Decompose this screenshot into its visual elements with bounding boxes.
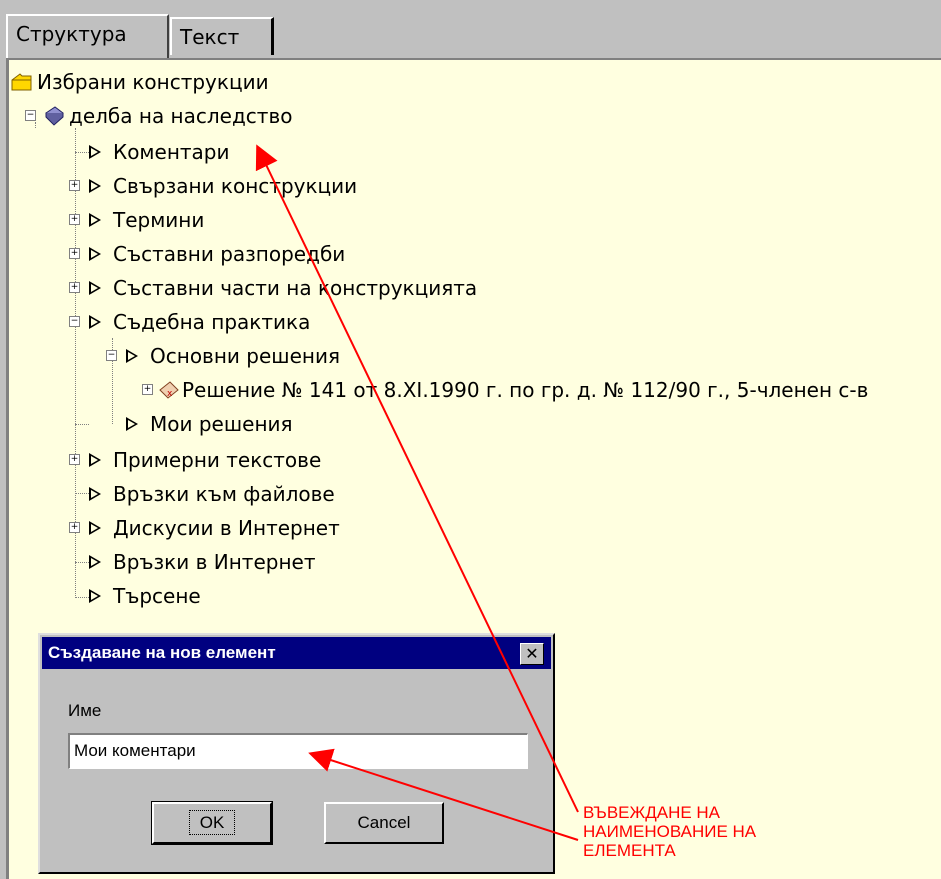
name-label: Име (68, 701, 102, 720)
triangle-icon (126, 349, 138, 363)
tree-line (75, 493, 89, 494)
tree-item-label: Основни решения (150, 344, 340, 368)
tree-item-label: Мои решения (150, 412, 293, 436)
tree-item-label: Дискусии в Интернет (113, 516, 340, 540)
svg-text:x: x (167, 389, 173, 399)
annotation-line: ВЪВЕЖДАНЕ НА (583, 803, 721, 822)
expand-icon[interactable]: + (69, 282, 80, 293)
tab-text[interactable]: Текст (170, 17, 274, 55)
expand-icon[interactable]: + (69, 454, 80, 465)
tree-item-label: Съдебна практика (113, 310, 311, 334)
tree-line (75, 152, 89, 153)
tree-item-label: Съставни разпоредби (113, 242, 346, 266)
document-icon: x (159, 381, 179, 399)
tree-line (35, 122, 36, 128)
expand-icon[interactable]: + (69, 214, 80, 225)
tab-structure[interactable]: Структура (6, 14, 169, 58)
annotation-line: ЕЛЕМЕНТА (583, 841, 676, 860)
triangle-icon (89, 453, 101, 467)
triangle-icon (89, 487, 101, 501)
expand-icon[interactable]: + (69, 522, 80, 533)
expand-icon[interactable]: + (69, 248, 80, 259)
book-icon (45, 106, 64, 126)
tree-item-label: Съставни части на конструкцията (113, 276, 478, 300)
tree-item-label: Връзки към файлове (113, 482, 335, 506)
tree-line (75, 597, 89, 598)
tree-item-label: Свързани конструкции (113, 174, 358, 198)
tree-line (75, 562, 89, 563)
triangle-icon (89, 555, 101, 569)
tree-item-label: Връзки в Интернет (113, 550, 316, 574)
triangle-icon (89, 315, 101, 329)
triangle-icon (89, 145, 101, 159)
tree-item-label: Коментари (113, 140, 230, 164)
collapse-icon[interactable]: − (25, 110, 36, 121)
close-button[interactable]: ✕ (520, 643, 544, 665)
tree-item-label: Търсене (113, 584, 201, 608)
dialog-titlebar[interactable]: Създаване на нов елемент ✕ (42, 637, 551, 669)
tree-root-label: Избрани конструкции (37, 70, 269, 94)
tab-strip: Структура Текст (0, 0, 941, 58)
triangle-icon (89, 247, 101, 261)
annotation-line: НАИМЕНОВАНИЕ НА (583, 822, 757, 841)
triangle-icon (89, 521, 101, 535)
triangle-icon (89, 179, 101, 193)
expand-icon[interactable]: + (142, 384, 153, 395)
cancel-button[interactable]: Cancel (324, 802, 444, 844)
annotation-text: ВЪВЕЖДАНЕ НА НАИМЕНОВАНИЕ НА ЕЛЕМЕНТА (583, 803, 883, 860)
ok-button-label: OK (188, 810, 236, 835)
new-element-dialog: Създаване на нов елемент ✕ Име Мои комен… (38, 633, 555, 874)
triangle-icon (126, 417, 138, 431)
tree-item-label: Примерни текстове (113, 448, 322, 472)
ok-button[interactable]: OK (151, 801, 273, 845)
tree-line (75, 424, 89, 425)
folder-icon (11, 73, 32, 91)
expand-icon[interactable]: + (69, 180, 80, 191)
triangle-icon (89, 281, 101, 295)
collapse-icon[interactable]: − (69, 316, 80, 327)
collapse-icon[interactable]: − (106, 350, 117, 361)
triangle-icon (89, 589, 101, 603)
tree-item-label: Термини (113, 208, 205, 232)
name-input[interactable]: Мои коментари (68, 733, 528, 769)
triangle-icon (89, 213, 101, 227)
dialog-title: Създаване на нов елемент (48, 643, 276, 662)
tree-item-label: делба на наследство (69, 104, 293, 128)
tree-item-label: Решение № 141 от 8.XI.1990 г. по гр. д. … (182, 378, 869, 402)
